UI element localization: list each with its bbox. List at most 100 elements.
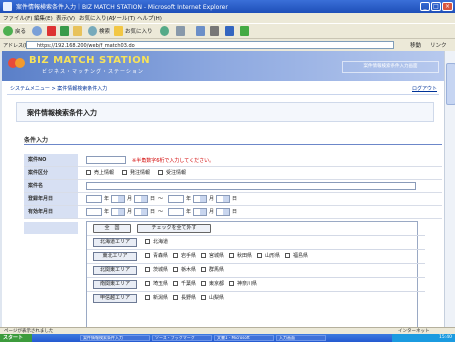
task-item[interactable]: 入力画面 — [276, 335, 326, 341]
region-koshinetsu-button[interactable]: 甲信越エリア — [93, 294, 137, 303]
back-arrow-icon[interactable] — [3, 26, 13, 36]
month-unit: 月 — [209, 209, 215, 215]
menu-tools[interactable]: ツール(T) — [111, 14, 135, 22]
region-hokkaido-button[interactable]: 北海道エリア — [93, 238, 137, 247]
pref-checkbox[interactable] — [173, 267, 178, 272]
menu-favorites[interactable]: お気に入り(A) — [79, 14, 115, 22]
row-category: 案件区分 売上情報 発注情報 受注情報 — [24, 167, 442, 180]
task-item[interactable]: ソース・ブックマーク — [152, 335, 212, 341]
register-to-month-select[interactable] — [193, 195, 207, 203]
menu-help[interactable]: ヘルプ(H) — [137, 14, 162, 22]
stop-icon[interactable] — [47, 26, 56, 36]
pref-checkbox[interactable] — [173, 295, 178, 300]
close-button[interactable]: × — [442, 2, 453, 11]
pref-checkbox[interactable] — [229, 281, 234, 286]
pref-checkbox[interactable] — [145, 295, 150, 300]
chevron-down-icon — [223, 209, 229, 215]
region-minami-kanto-button[interactable]: 南関東エリア — [93, 280, 137, 289]
register-date-label: 登録年月日 — [24, 193, 78, 205]
forward-arrow-icon[interactable] — [32, 26, 42, 36]
register-to-day-select[interactable] — [216, 195, 230, 203]
valid-from-year-input[interactable] — [86, 208, 102, 216]
address-input[interactable]: https://192.168.200/web/f_match03.do — [26, 41, 394, 49]
pref-label: 北海道 — [153, 239, 169, 245]
start-button[interactable]: スタート — [0, 334, 32, 342]
media-icon[interactable] — [160, 26, 169, 36]
pref-checkbox[interactable] — [145, 281, 150, 286]
maximize-button[interactable]: □ — [431, 2, 441, 11]
home-icon[interactable] — [73, 26, 82, 36]
category-checkbox-sales[interactable] — [86, 170, 91, 175]
case-no-input[interactable] — [86, 156, 126, 164]
back-label[interactable]: 戻る — [15, 27, 26, 35]
task-item[interactable]: 案件情報検索条件入力 — [80, 335, 150, 341]
links-label[interactable]: リンク — [430, 41, 447, 49]
region-tohoku-button[interactable]: 東北エリア — [93, 252, 137, 261]
pref-checkbox[interactable] — [145, 267, 150, 272]
pref-checkbox[interactable] — [145, 253, 150, 258]
address-bar: アドレス(D) https://192.168.200/web/f_match0… — [0, 38, 455, 52]
site-logo-subtext: ビジネス・マッチング・ステーション — [42, 69, 144, 75]
valid-from-month-select[interactable] — [111, 208, 125, 216]
pref-label: 埼玉県 — [153, 281, 169, 287]
valid-to-month-select[interactable] — [193, 208, 207, 216]
window-title: 案件情報検索条件入力｜BIZ MATCH STATION - Microsoft… — [16, 4, 228, 11]
case-name-input[interactable] — [86, 182, 416, 190]
area-label-cell — [24, 222, 78, 234]
valid-from-day-select[interactable] — [134, 208, 148, 216]
region-kita-kanto-button[interactable]: 北関東エリア — [93, 266, 137, 275]
go-button[interactable]: 移動 — [410, 41, 421, 49]
pref-checkbox[interactable] — [229, 253, 234, 258]
pref-label: 長野県 — [181, 295, 197, 301]
banner-right-label: 案件情報検索条件入力画面 — [342, 61, 439, 73]
favorites-label[interactable]: お気に入り — [125, 27, 153, 35]
history-icon[interactable] — [176, 26, 185, 36]
menu-view[interactable]: 表示(V) — [56, 14, 75, 22]
minimize-button[interactable]: _ — [420, 2, 430, 11]
pref-checkbox[interactable] — [201, 267, 206, 272]
edit-icon[interactable] — [225, 26, 234, 36]
register-to-year-input[interactable] — [168, 195, 184, 203]
register-from-year-input[interactable] — [86, 195, 102, 203]
category-checkbox-receive[interactable] — [158, 170, 163, 175]
valid-to-day-select[interactable] — [216, 208, 230, 216]
pref-label: 山梨県 — [209, 295, 225, 301]
pref-checkbox[interactable] — [173, 281, 178, 286]
search-icon[interactable] — [88, 26, 97, 36]
site-logo-icon — [8, 58, 25, 68]
pref-checkbox[interactable] — [201, 253, 206, 258]
menu-file[interactable]: ファイル(F) — [3, 14, 32, 22]
chevron-down-icon — [118, 209, 124, 215]
section-heading: 条件入力 — [24, 137, 49, 144]
pref-checkbox[interactable] — [257, 253, 262, 258]
search-label[interactable]: 検索 — [99, 27, 110, 35]
pref-checkbox[interactable] — [173, 253, 178, 258]
clear-checks-button[interactable]: チェックを全て外す — [137, 224, 211, 233]
mail-icon[interactable] — [196, 26, 205, 36]
register-from-day-select[interactable] — [134, 195, 148, 203]
all-japan-button[interactable]: 全 国 — [93, 224, 131, 233]
row-case-no: 案件NO ※半角数字6桁で入力してください。 — [24, 154, 442, 167]
day-unit: 日 — [232, 209, 238, 215]
area-selection-box: 全 国 チェックを全て外す 北海道エリア 北海道 東北エリア 青森県 岩手県 宮… — [86, 221, 425, 327]
pref-checkbox[interactable] — [201, 281, 206, 286]
logout-link[interactable]: ログアウト — [412, 85, 437, 92]
scrollbar-thumb[interactable] — [446, 63, 455, 105]
print-icon[interactable] — [210, 26, 219, 36]
pref-checkbox[interactable] — [285, 253, 290, 258]
case-no-label: 案件NO — [24, 154, 78, 166]
messenger-icon[interactable] — [240, 26, 249, 36]
register-from-month-select[interactable] — [111, 195, 125, 203]
pref-checkbox[interactable] — [145, 239, 150, 244]
refresh-icon[interactable] — [60, 26, 69, 36]
task-item[interactable]: 文書1 - Microsoft — [214, 335, 274, 341]
breadcrumb[interactable]: システムメニュー > 案件情報検索条件入力 — [10, 85, 107, 92]
clock: 15:40 — [439, 335, 452, 340]
valid-to-year-input[interactable] — [168, 208, 184, 216]
category-checkbox-order[interactable] — [122, 170, 127, 175]
favorites-star-icon[interactable] — [114, 26, 123, 36]
vertical-scrollbar[interactable] — [444, 51, 455, 327]
menu-edit[interactable]: 編集(E) — [34, 14, 53, 22]
day-unit: 日 — [150, 196, 156, 202]
pref-checkbox[interactable] — [201, 295, 206, 300]
